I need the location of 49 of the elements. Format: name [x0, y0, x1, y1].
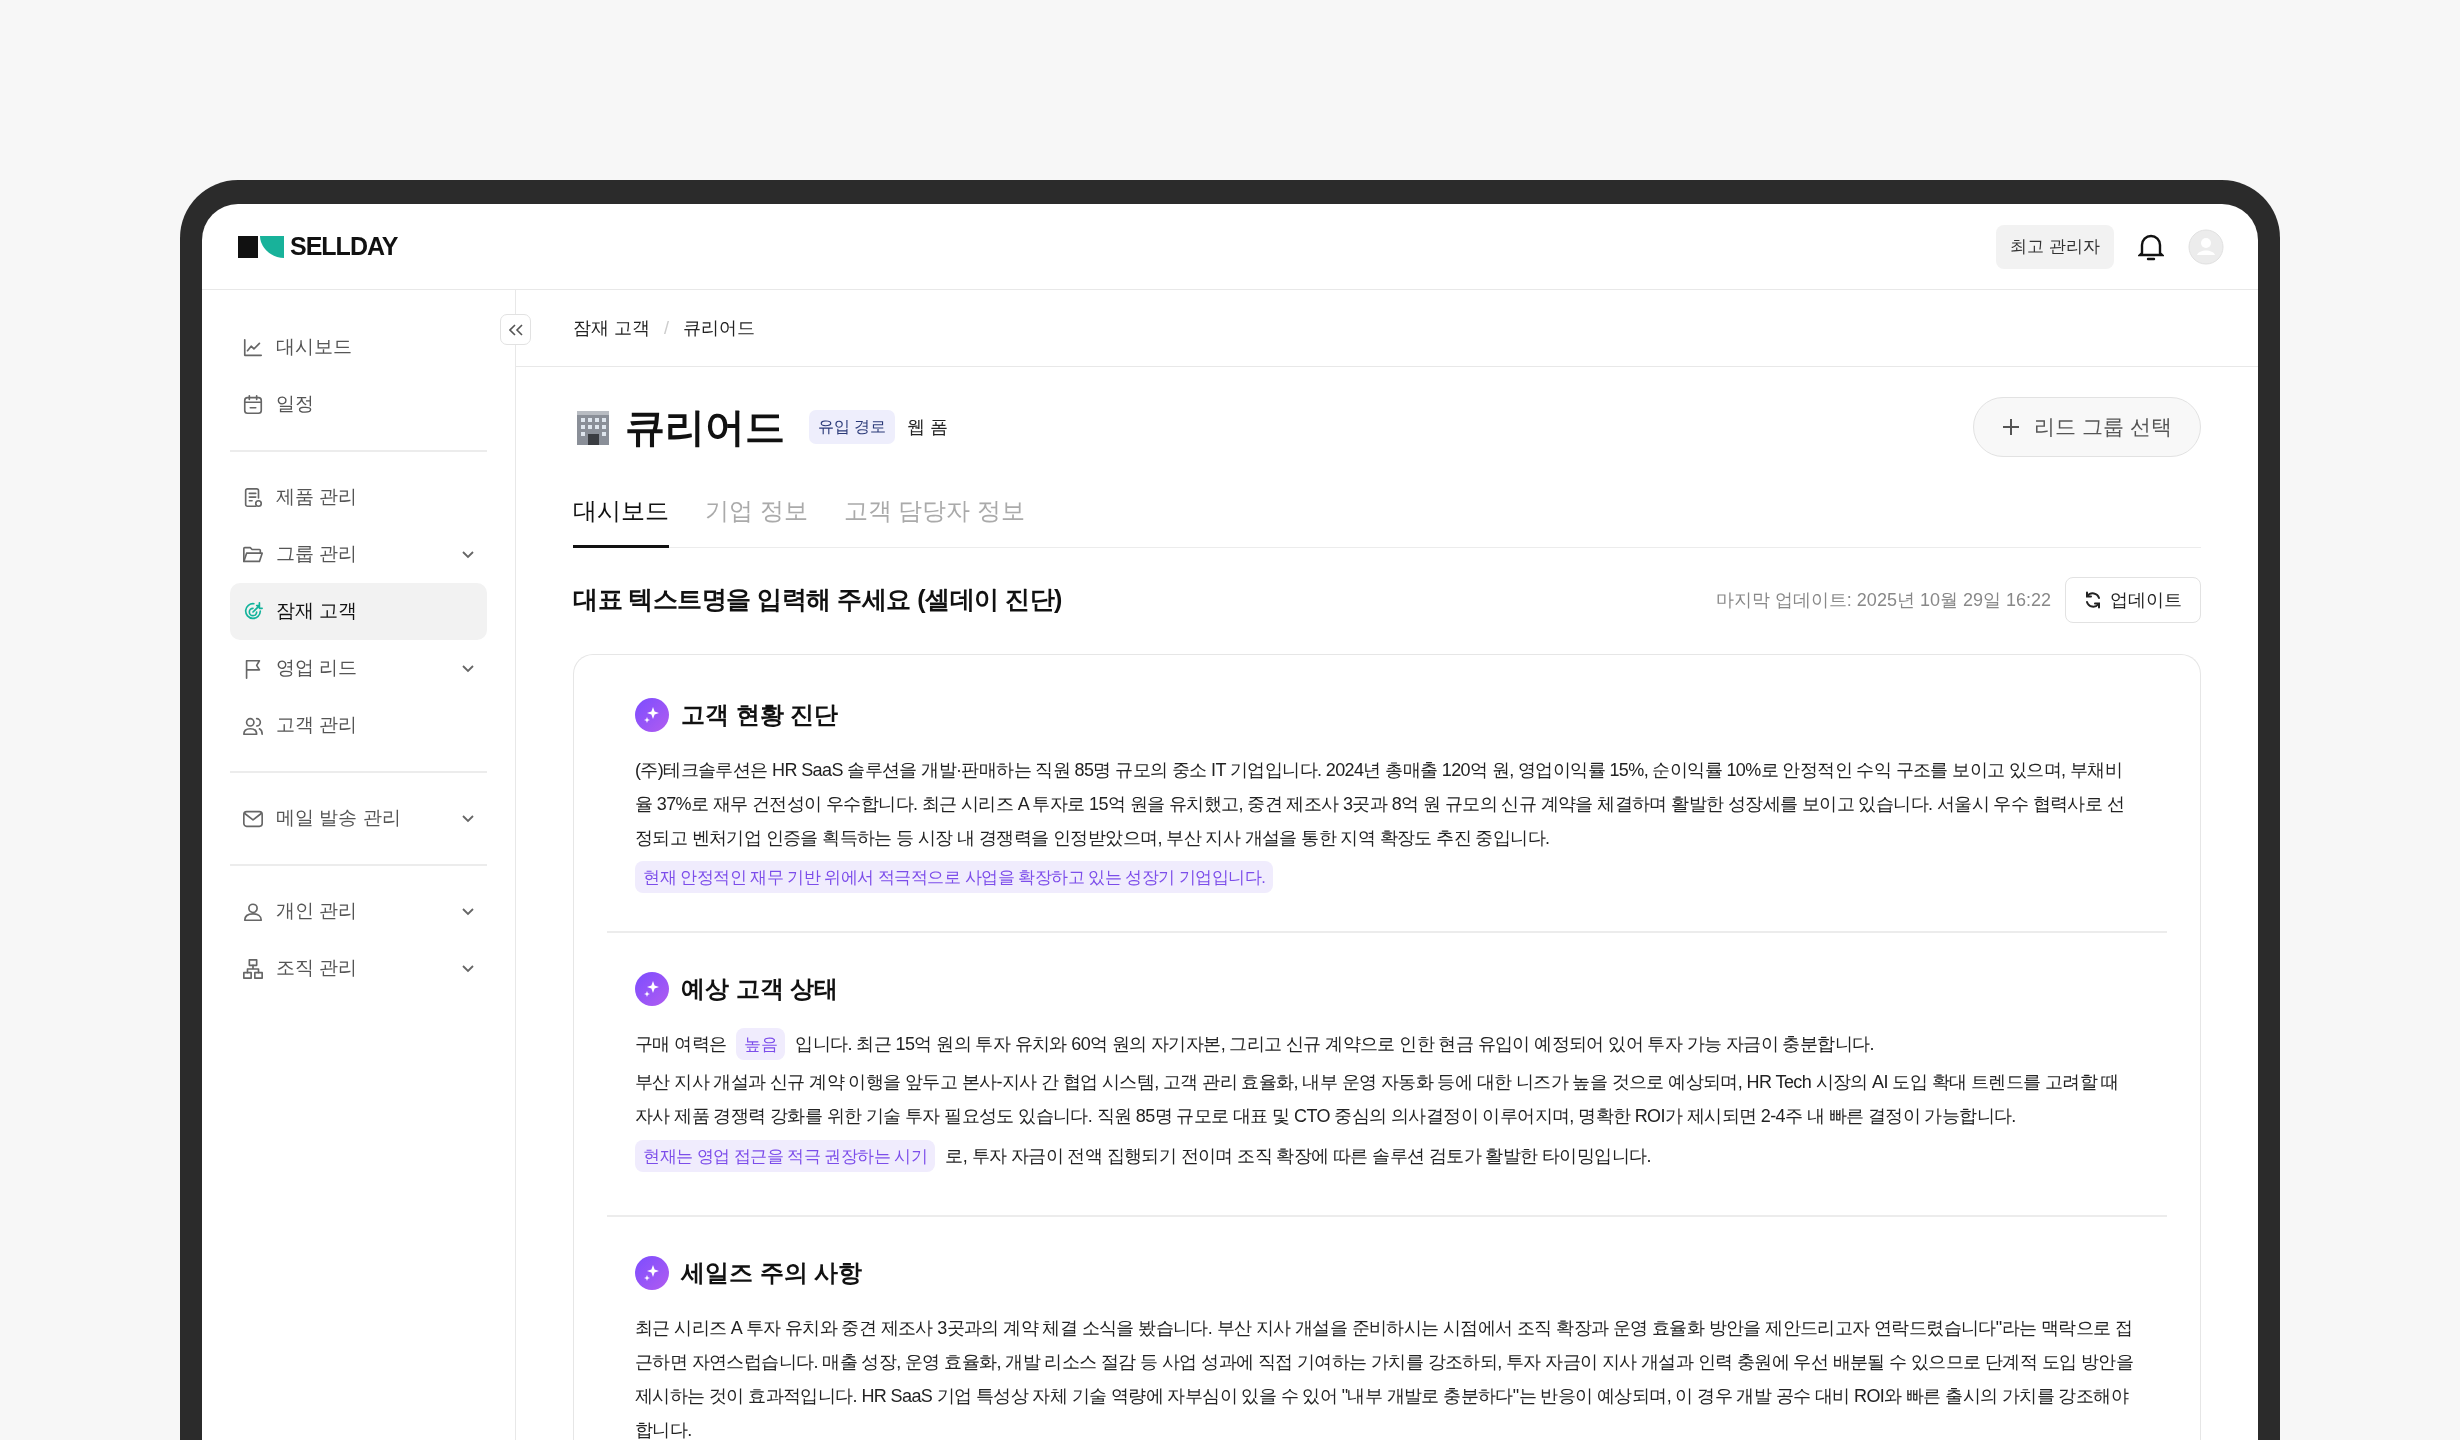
logo-text: SELLDAY — [290, 230, 398, 262]
document-icon — [242, 486, 264, 509]
sidebar-item[interactable]: 메일 발송 관리 — [230, 790, 487, 847]
source-tag: 유입 경로 — [809, 410, 896, 444]
sidebar-item[interactable]: 고객 관리 — [230, 697, 487, 754]
breadcrumb-item[interactable]: 큐리어드 — [683, 314, 756, 342]
sidebar-item[interactable]: 잠재 고객 — [230, 583, 487, 640]
sidebar-item[interactable]: 그룹 관리 — [230, 526, 487, 583]
sparkle-icon — [635, 1256, 669, 1290]
role-badge: 최고 관리자 — [1996, 224, 2114, 269]
org-chart-icon — [242, 957, 264, 980]
sidebar-item[interactable]: 개인 관리 — [230, 883, 487, 940]
double-chevron-left-icon — [508, 323, 523, 336]
body-text: 입니다. 최근 15억 원의 투자 유치와 60억 원의 자기자본, 그리고 신규 계약으로 인한 현금 유입이 예정되어 있어 투자 가능 자금이 충분합니다. — [795, 1033, 1874, 1056]
collapse-sidebar-button[interactable] — [500, 314, 531, 345]
body-text: 구매 여력은 — [635, 1033, 727, 1056]
paragraph-text: (주)테크솔루션은 HR SaaS 솔루션을 개발·판매하는 직원 85명 규모의 중소 IT 기업입니다. 2024년 총매출 120억 원, 영업이익률 15%, 순이익률 10%로 안정적인 수익 구조를 보이고 있으며, 부채비율 37%로 재무 건전성이 우수합니다. 최근 시리즈 A 투자로 15억 원을 유치했고, 중견 제조사 3곳과 8억 원 규모의 신규 계약을 체결하며 활발한 성장세를 보이고 있습니다. 서울시 우수 협력사로 선정되고 벤처기업 인증을 획득하는 등 시장 내 경쟁력을 인정받았으며, 부산 지사 개설을 통한 지역 확장도 추진 중입니다. — [635, 759, 2125, 850]
sidebar-item[interactable]: 조직 관리 — [230, 940, 487, 997]
sidebar-item[interactable]: 제품 관리 — [230, 469, 487, 526]
highlight-tag: 높음 — [736, 1028, 786, 1060]
highlight-tag: 현재 안정적인 재무 기반 위에서 적극적으로 사업을 확장하고 있는 성장기 기업입니다. — [635, 861, 1274, 893]
logo-icon — [238, 235, 284, 258]
paragraph-text: 부산 지사 개설과 신규 계약 이행을 앞두고 본사-지사 간 협업 시스템, 고객 관리 효율화, 내부 운영 자동화 등에 대한 니즈가 높을 것으로 예상되며, HR Tech 시장의 AI 도입 확대 트렌드를 고려할 때 자사 제품 경쟁력 강화를 위한 기술 투자 필요성도 있습니다. 직원 85명 규모로 대표 및 CTO 중심의 의사결정이 이루어지며, 명확한 ROI가 제시되면 2-4주 내 빠른 결정이 가능합니다. — [635, 1071, 2120, 1128]
body-text: 로, 투자 자금이 전액 집행되기 전이며 조직 확장에 따른 솔루션 검토가 활발한 타이밍입니다. — [945, 1145, 1651, 1168]
paragraph-text: 최근 시리즈 A 투자 유치와 중견 제조사 3곳과의 계약 체결 소식을 봤습니다. 부산 지사 개설을 준비하시는 시점에서 조직 확장과 운영 효율화 방안을 제안드리고자 연락드렸습니다"라는 맥락으로 접근하면 자연스럽습니다. 매출 성장, 운영 효율화, 개발 리소스 절감 등 사업 성과에 직접 기여하는 가치를 강조하되, 투자 자금이 지사 개설과 인력 충원에 우선 배분될 수 있으므로 단계적 도입 방안을 제시하는 것이 효과적입니다. HR SaaS 기업 특성상 자체 기술 역량에 자부심이 있을 수 있어 "내부 개발로 충분하다"는 반응이 예상되며, 이 경우 개발 공수 대비 ROI와 빠른 출시의 가치를 강조해야 합니다. — [635, 1317, 2135, 1440]
select-lead-group-button[interactable]: 리드 그룹 선택 — [1973, 397, 2201, 457]
calendar-icon — [242, 393, 264, 416]
report-title: 대표 텍스트명을 입력해 주세요 (셀데이 진단) — [573, 584, 1062, 616]
plus-icon — [2002, 418, 2021, 436]
section-heading: 세일즈 주의 사항 — [681, 1258, 863, 1288]
section-heading: 예상 고객 상태 — [681, 974, 839, 1004]
update-button[interactable]: 업데이트 — [2065, 577, 2201, 623]
last-update-text: 마지막 업데이트: 2025년 10월 29일 16:22 — [1715, 588, 2051, 612]
sparkle-icon — [635, 698, 669, 732]
refresh-icon — [2084, 591, 2102, 609]
notification-bell-icon[interactable] — [2138, 232, 2164, 261]
sidebar-item[interactable]: 대시보드 — [230, 319, 487, 376]
tab[interactable]: 대시보드 — [573, 493, 669, 548]
breadcrumb-item[interactable]: 잠재 고객 — [573, 314, 650, 342]
breadcrumb-separator: / — [664, 316, 670, 340]
highlight-tag: 현재는 영업 접근을 적극 권장하는 시기 — [635, 1140, 936, 1172]
sparkle-icon — [635, 972, 669, 1006]
sidebar-item[interactable]: 일정 — [230, 376, 487, 433]
source-value: 웹 폼 — [907, 415, 949, 439]
sidebar-item[interactable]: 영업 리드 — [230, 640, 487, 697]
user-icon — [242, 900, 264, 923]
line-chart-icon — [242, 336, 264, 359]
section-heading: 고객 현황 진단 — [681, 700, 839, 730]
company-name: 큐리어드 — [625, 404, 785, 451]
